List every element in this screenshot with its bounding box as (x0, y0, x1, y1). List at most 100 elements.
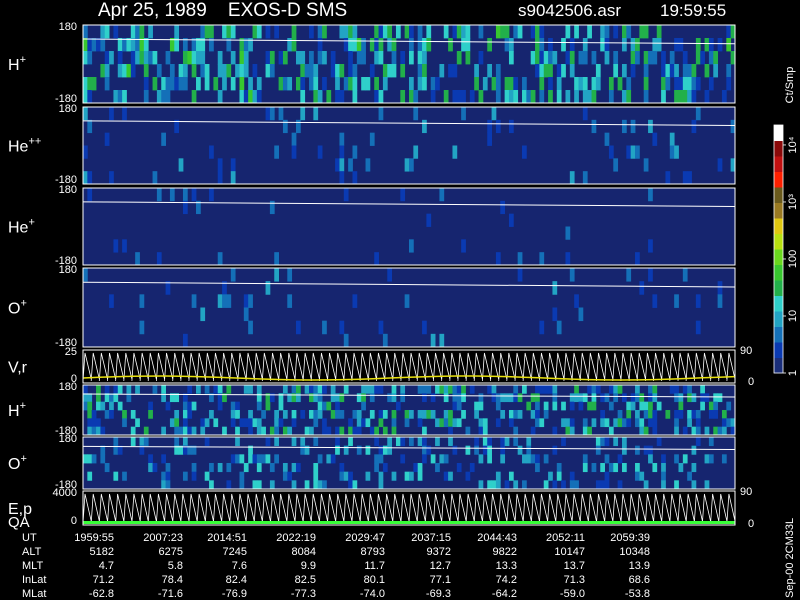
spectro-cell (413, 90, 419, 104)
spectro-cell (456, 25, 462, 39)
spectro-cell (513, 410, 519, 419)
spectro-cell (621, 38, 627, 52)
spectro-cell (613, 437, 619, 447)
spectro-cell (356, 51, 362, 65)
spectro-cell (282, 471, 288, 481)
panel-label-text: O (8, 456, 20, 473)
ephemeris-value: 71.2 (93, 574, 114, 586)
spectro-cell (243, 294, 249, 308)
spectro-cell (409, 437, 414, 447)
spectro-cell (704, 64, 710, 78)
spectro-cell (678, 77, 684, 91)
spectro-cell (713, 410, 719, 419)
spectro-cell (439, 418, 445, 428)
spectro-cell (648, 418, 653, 428)
spectro-cell (535, 454, 540, 464)
spectro-cell (569, 268, 575, 282)
ephemeris-value: -76.9 (222, 588, 247, 600)
spectro-cell (339, 64, 345, 78)
spectro-cell (200, 64, 206, 78)
panel-o_plus: O+180-180 (8, 264, 736, 349)
spectro-cell (635, 418, 640, 428)
spectro-cell (417, 471, 423, 481)
spectro-cell (130, 437, 136, 447)
spectro-cell (239, 480, 245, 490)
spectro-cell (182, 437, 188, 447)
spectro-cell (409, 158, 414, 172)
ephemeris-value: 8793 (361, 546, 385, 558)
spectro-cell (156, 90, 162, 104)
spectro-cell (87, 401, 93, 411)
spectro-cell (526, 454, 532, 464)
spectro-cell (435, 77, 440, 91)
spectro-cell (643, 158, 649, 172)
spectro-cell (182, 471, 188, 481)
spectro-cell (461, 107, 466, 121)
spectro-cell (135, 38, 140, 52)
spectro-cell (404, 25, 410, 39)
spectro-cell (478, 480, 484, 490)
spectro-cell (109, 171, 114, 185)
ephemeris-value: 2007:23 (143, 532, 183, 544)
spectro-cell (182, 51, 188, 65)
ephemeris-value: 11.7 (364, 560, 385, 572)
colorbar-tick-label: 1 (787, 370, 799, 376)
spectro-cell (374, 25, 379, 39)
spectro-cell (317, 385, 323, 394)
colorbar-swatch (774, 171, 783, 188)
spectro-cell (104, 132, 110, 146)
spectro-cell (374, 426, 379, 436)
spectro-cell (430, 77, 436, 91)
spectro-cell (287, 294, 293, 308)
spectro-cell (309, 64, 314, 78)
spectro-cell (130, 64, 136, 78)
ephemeris-value: 77.1 (430, 574, 451, 586)
spectro-cell (91, 454, 97, 464)
spectro-cell (643, 90, 649, 104)
spectro-cell (539, 418, 545, 428)
spectro-cell (304, 480, 310, 490)
spectro-cell (313, 385, 319, 394)
spectro-cell (265, 401, 271, 411)
spectro-cell (404, 294, 410, 308)
spectro-cell (417, 77, 423, 91)
spectro-cell (552, 51, 558, 65)
panel-label: He++ (8, 136, 41, 156)
spectro-cell (326, 426, 332, 436)
ephemeris-value: -74.0 (360, 588, 385, 600)
spectro-cell (87, 471, 93, 481)
spectro-cell (648, 454, 653, 464)
spectro-cell (252, 25, 258, 39)
spectro-cell (178, 426, 184, 436)
spectro-cell (582, 418, 588, 428)
spectro-cell (639, 471, 645, 481)
spectro-cell (287, 38, 293, 52)
spectro-cell (691, 119, 697, 134)
spectro-cell (126, 385, 132, 394)
spectro-cell (569, 471, 575, 481)
spectro-cell (595, 385, 601, 394)
spectro-cell (274, 252, 279, 266)
spectro-cell (356, 426, 362, 436)
spectro-cell (439, 188, 445, 202)
spectro-cell (569, 38, 575, 52)
spectro-cell (574, 480, 579, 490)
spectro-cell (143, 38, 149, 52)
spectro-cell (417, 38, 423, 52)
spectro-cell (248, 454, 253, 464)
spectro-cell (422, 437, 427, 447)
spectro-cell (591, 385, 597, 394)
spectro-cell (143, 51, 149, 65)
spectro-cell (661, 51, 666, 65)
spectro-cell (248, 385, 253, 394)
spectro-cell (239, 51, 245, 65)
spectro-cell (356, 38, 362, 52)
spectro-cell (217, 51, 223, 65)
spectro-cell (282, 426, 288, 436)
spectro-cell (661, 463, 666, 473)
spectro-cell (591, 401, 597, 411)
spectro-cell (495, 252, 501, 266)
spectro-cell (187, 410, 193, 419)
spectro-cell (465, 38, 471, 52)
spectro-cell (508, 418, 514, 428)
